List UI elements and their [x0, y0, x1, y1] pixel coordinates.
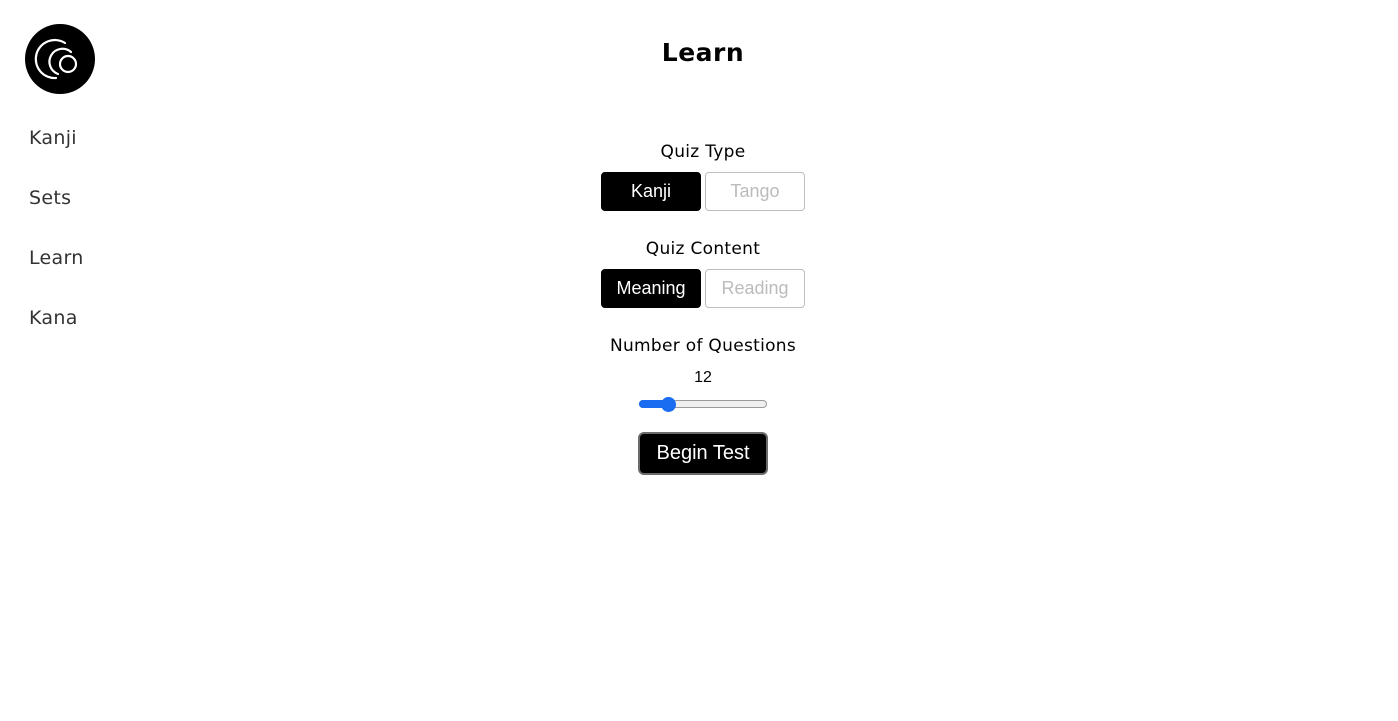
- slider-thumb[interactable]: [661, 397, 676, 412]
- question-count-value: 12: [694, 369, 712, 386]
- begin-test-button[interactable]: Begin Test: [638, 432, 768, 475]
- page-title: Learn: [661, 38, 745, 67]
- quiz-type-kanji-button[interactable]: Kanji: [601, 172, 701, 211]
- quiz-type-tango-button[interactable]: Tango: [705, 172, 805, 211]
- sidebar-item-sets[interactable]: Sets: [29, 180, 84, 240]
- quiz-content-reading-button[interactable]: Reading: [705, 269, 805, 308]
- quiz-type-toggle-group: Kanji Tango: [601, 172, 805, 211]
- quiz-content-toggle-group: Meaning Reading: [601, 269, 805, 308]
- number-of-questions-label: Number of Questions: [609, 336, 797, 356]
- quiz-type-label: Quiz Type: [660, 142, 746, 162]
- question-count-slider[interactable]: [639, 397, 767, 412]
- quiz-content-label: Quiz Content: [645, 239, 761, 259]
- quiz-content-meaning-button[interactable]: Meaning: [601, 269, 701, 308]
